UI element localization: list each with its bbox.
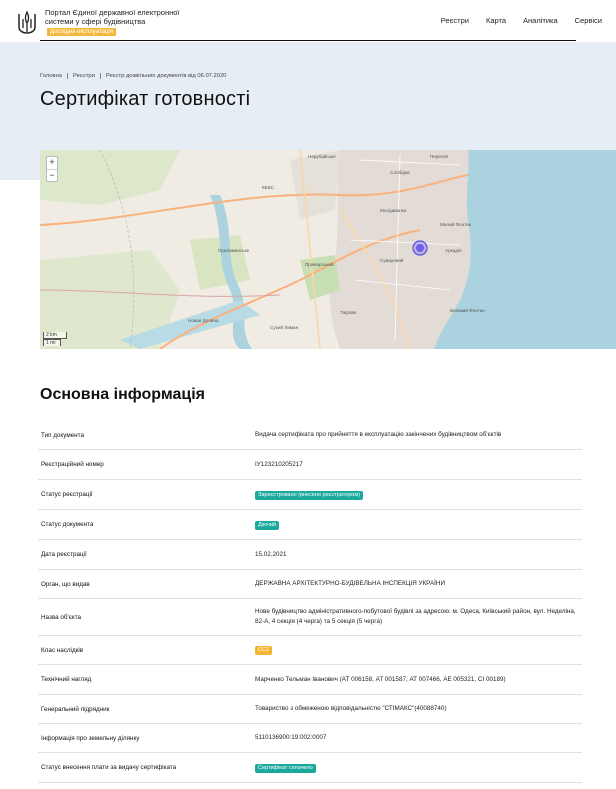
info-row-doc-type: Тип документа Видача сертифіката про при… <box>38 421 582 450</box>
info-row-doc-status: Статус документа Діючий <box>38 510 582 540</box>
info-value: Нове будівництво адміністративного-побут… <box>255 608 576 625</box>
top-header: Портал Єдиної державної електронної сист… <box>0 0 616 42</box>
map-label: Таїрове <box>340 310 357 315</box>
info-label: Інформація про земельну ділянку <box>41 734 140 742</box>
info-row-payment-status: Статус внесення плати за видачу сертифік… <box>38 753 582 783</box>
map-label: Сухий Лиман <box>270 325 299 330</box>
info-value: Товариство з обмеженою відповідальністю … <box>255 705 447 712</box>
info-value: 5110136900:19:002:0007 <box>255 734 327 741</box>
map-label: Молдаванка <box>380 208 407 213</box>
breadcrumb-separator <box>99 73 101 79</box>
map-zoom-control: + − <box>46 156 58 182</box>
breadcrumb-home[interactable]: Головна <box>40 73 62 79</box>
info-label: Генеральний підрядник <box>41 705 110 713</box>
map-scale: 2 km 1 mi <box>43 332 67 346</box>
map-label: КЕБС <box>262 185 275 190</box>
info-label: Статус реєстрації <box>41 491 93 498</box>
info-label: Статус документа <box>41 521 94 528</box>
beta-badge: Дослідна експлуатація <box>47 28 117 36</box>
location-map[interactable]: Пересип Слобідка Молдаванка Малий Фонтан… <box>40 150 616 349</box>
info-row-reg-status: Статус реєстрації Зареєстровано (внесено… <box>38 480 582 510</box>
status-badge: Зареєстровано (внесено реєстратором) <box>255 490 363 500</box>
info-label: Статус внесення плати за видачу сертифік… <box>41 764 177 771</box>
status-badge: Діючий <box>255 520 279 530</box>
nav-analytics[interactable]: Аналітика <box>523 16 558 25</box>
map-label: Малий Фонтан <box>440 222 472 227</box>
info-table: Тип документа Видача сертифіката про при… <box>38 421 582 783</box>
info-value: Марченко Тельман Іванович (АТ 006158, АТ… <box>255 675 506 683</box>
info-row-consequence-class: Клас наслідків СС2 <box>38 636 582 665</box>
main-nav: Реєстри Карта Аналітика Сервіси <box>441 16 602 25</box>
breadcrumb-separator <box>67 73 69 79</box>
info-row-object-name: Назва об'єкта Нове будівництво адміністр… <box>38 599 582 636</box>
info-row-reg-date: Дата реєстрації 15.02.2021 <box>38 540 582 570</box>
info-value: Видача сертифіката про прийняття в експл… <box>255 431 502 438</box>
map-label: Приморський <box>305 262 334 267</box>
map-label: Нерубайське <box>308 154 336 159</box>
info-label: Назва об'єкта <box>41 613 82 621</box>
info-row-reg-number: Реєстраційний номер ІУ123210205217 <box>38 450 582 480</box>
info-row-issuer: Орган, що видав ДЕРЖАВНА АРХІТЕКТУРНО-БУ… <box>38 570 582 599</box>
brand-text: Портал Єдиної державної електронної сист… <box>45 8 180 26</box>
scale-km: 2 km <box>43 332 67 339</box>
info-label: Дата реєстрації <box>41 551 87 558</box>
trident-logo-icon[interactable] <box>16 10 38 36</box>
brand-title[interactable]: Портал Єдиної державної електронної сист… <box>45 8 195 36</box>
info-label: Тип документа <box>41 431 84 439</box>
info-label: Технічний нагляд <box>41 676 92 683</box>
class-badge: СС2 <box>255 646 273 655</box>
nav-registries[interactable]: Реєстри <box>441 16 469 25</box>
info-value: ДЕРЖАВНА АРХІТЕКТУРНО-БУДІВЕЛЬНА ІНСПЕКЦ… <box>255 580 445 587</box>
info-row-supervision: Технічний нагляд Марченко Тельман Іванов… <box>38 665 582 695</box>
info-value: 15.02.2021 <box>255 550 287 558</box>
map-label: Новая Долина <box>188 318 219 323</box>
scale-mi: 1 mi <box>43 339 61 346</box>
map-label: Аркадія <box>445 248 462 253</box>
zoom-out-button[interactable]: − <box>47 169 57 181</box>
page-title: Сертифікат готовності <box>40 88 251 110</box>
zoom-in-button[interactable]: + <box>47 157 57 169</box>
info-row-contractor: Генеральний підрядник Товариство з обмеж… <box>38 695 582 724</box>
info-value: ІУ123210205217 <box>255 460 303 468</box>
map-label: Суворовий <box>380 258 404 263</box>
map-label: Пересип <box>430 154 449 159</box>
map-label: Прилиманське <box>218 248 250 253</box>
map-label: Слобідка <box>390 170 410 175</box>
info-row-land-plot: Інформація про земельну ділянку 51101369… <box>38 724 582 753</box>
info-label: Клас наслідків <box>41 646 84 654</box>
breadcrumb: Головна Реєстри Реєстр дозвільних докуме… <box>40 73 226 79</box>
status-badge: Сертифікат сплачено <box>255 763 316 773</box>
breadcrumb-registries[interactable]: Реєстри <box>73 73 95 79</box>
header-divider <box>40 40 576 41</box>
nav-services[interactable]: Сервіси <box>575 16 602 25</box>
section-title: Основна інформація <box>40 386 205 403</box>
info-label: Реєстраційний номер <box>41 461 104 468</box>
map-label: Великий Фонтан <box>450 308 485 313</box>
breadcrumb-current[interactable]: Реєстр дозвільних документів від 06.07.2… <box>106 73 227 79</box>
map-tiles <box>40 150 616 349</box>
nav-map[interactable]: Карта <box>486 16 506 25</box>
info-label: Орган, що видав <box>41 580 90 588</box>
